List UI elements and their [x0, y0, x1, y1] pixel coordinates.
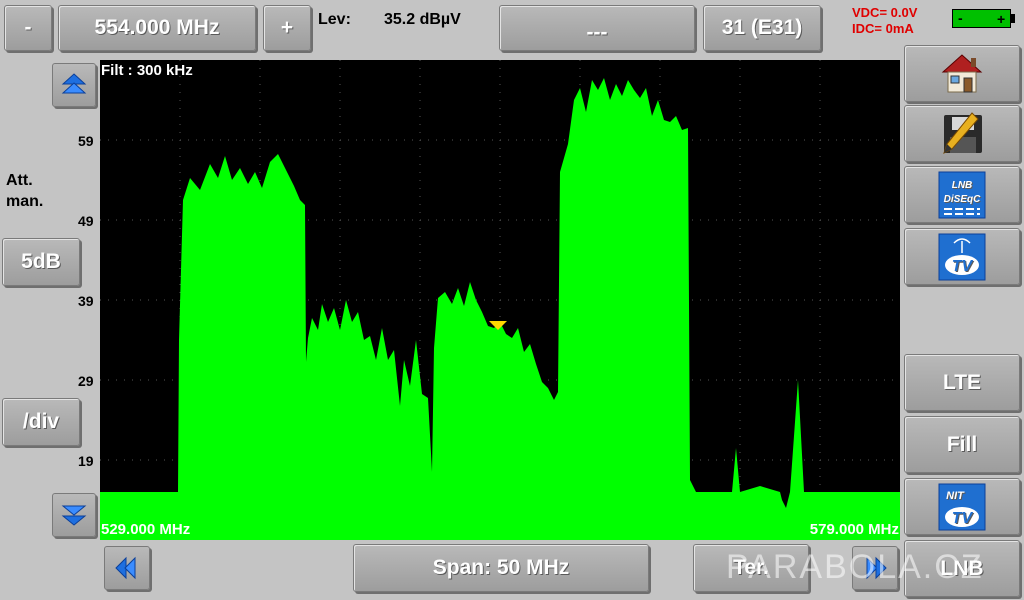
span-value: Span: 50 MHz: [432, 556, 570, 579]
start-frequency: 529.000 MHz: [101, 521, 191, 538]
double-arrow-left-icon: [115, 556, 136, 580]
nit-tv-button[interactable]: NIT TV: [904, 478, 1020, 535]
attenuation-label-line2: man.: [6, 193, 44, 210]
attenuation-label-line1: Att.: [6, 172, 33, 189]
channel-value: 31 (E31): [721, 16, 803, 39]
idc-readout: IDC= 0mA: [852, 21, 914, 36]
frequency-up-button[interactable]: +: [263, 5, 311, 51]
y-tick-label: 19: [78, 453, 94, 469]
battery-icon: - +: [952, 9, 1015, 29]
tv-button[interactable]: TV: [904, 228, 1020, 285]
measure-button[interactable]: ---: [499, 5, 695, 51]
channel-button[interactable]: 31 (E31): [703, 5, 821, 51]
filter-label: Filt : 300 kHz: [101, 62, 193, 79]
nit-tv-icon: NIT TV: [938, 483, 986, 530]
per-division-button[interactable]: /div: [2, 398, 80, 446]
home-button[interactable]: [904, 45, 1020, 102]
frequency-button[interactable]: 554.000 MHz: [58, 5, 256, 51]
svg-text:+: +: [997, 11, 1005, 27]
double-arrow-up-icon: [61, 73, 87, 94]
y-tick-label: 29: [78, 373, 94, 389]
diseqc-icon: LNB DiSEqC: [938, 171, 986, 218]
per-division-label: /div: [22, 410, 60, 433]
end-frequency: 579.000 MHz: [809, 521, 899, 538]
svg-text:-: -: [958, 10, 963, 26]
home-icon: [941, 53, 983, 92]
floppy-edit-icon: [943, 111, 982, 154]
minus-label: -: [24, 16, 32, 39]
measure-value: ---: [586, 21, 608, 44]
scale-up-button[interactable]: [52, 63, 96, 107]
fill-label: Fill: [946, 432, 978, 456]
span-button[interactable]: Span: 50 MHz: [353, 544, 649, 592]
frequency-value: 554.000 MHz: [94, 16, 220, 39]
y-tick-label: 59: [78, 133, 94, 149]
spectrum-display[interactable]: Filt : 300 kHz 529.000 MHz 579.000 MHz: [100, 60, 900, 540]
save-button[interactable]: [904, 105, 1020, 162]
vdc-readout: VDC= 0.0V: [852, 5, 918, 20]
watermark: PARABOLA.CZ: [726, 548, 984, 586]
nit-tv-text: TV: [952, 510, 974, 527]
lnb-diseqc-button[interactable]: LNB DiSEqC: [904, 166, 1020, 223]
y-tick-label: 49: [78, 213, 94, 229]
attenuation-value: 5dB: [21, 250, 61, 273]
lte-label: LTE: [942, 370, 982, 394]
lte-button[interactable]: LTE: [904, 354, 1020, 411]
y-tick-label: 39: [78, 293, 94, 309]
diseqc-lnb-text: LNB: [952, 180, 973, 191]
diseqc-text: DiSEqC: [944, 194, 981, 205]
frequency-down-button[interactable]: -: [4, 5, 52, 51]
scale-down-button[interactable]: [52, 493, 96, 537]
tv-antenna-icon: TV: [938, 233, 986, 280]
level-value: 35.2 dBµV: [384, 11, 461, 28]
fill-button[interactable]: Fill: [904, 416, 1020, 473]
attenuation-button[interactable]: 5dB: [2, 238, 80, 286]
nit-text: NIT: [946, 490, 965, 502]
scroll-left-button[interactable]: [104, 546, 150, 590]
tv-text: TV: [952, 258, 974, 275]
level-label: Lev:: [318, 11, 351, 28]
double-arrow-down-icon: [61, 505, 87, 526]
plus-label: +: [280, 16, 294, 39]
